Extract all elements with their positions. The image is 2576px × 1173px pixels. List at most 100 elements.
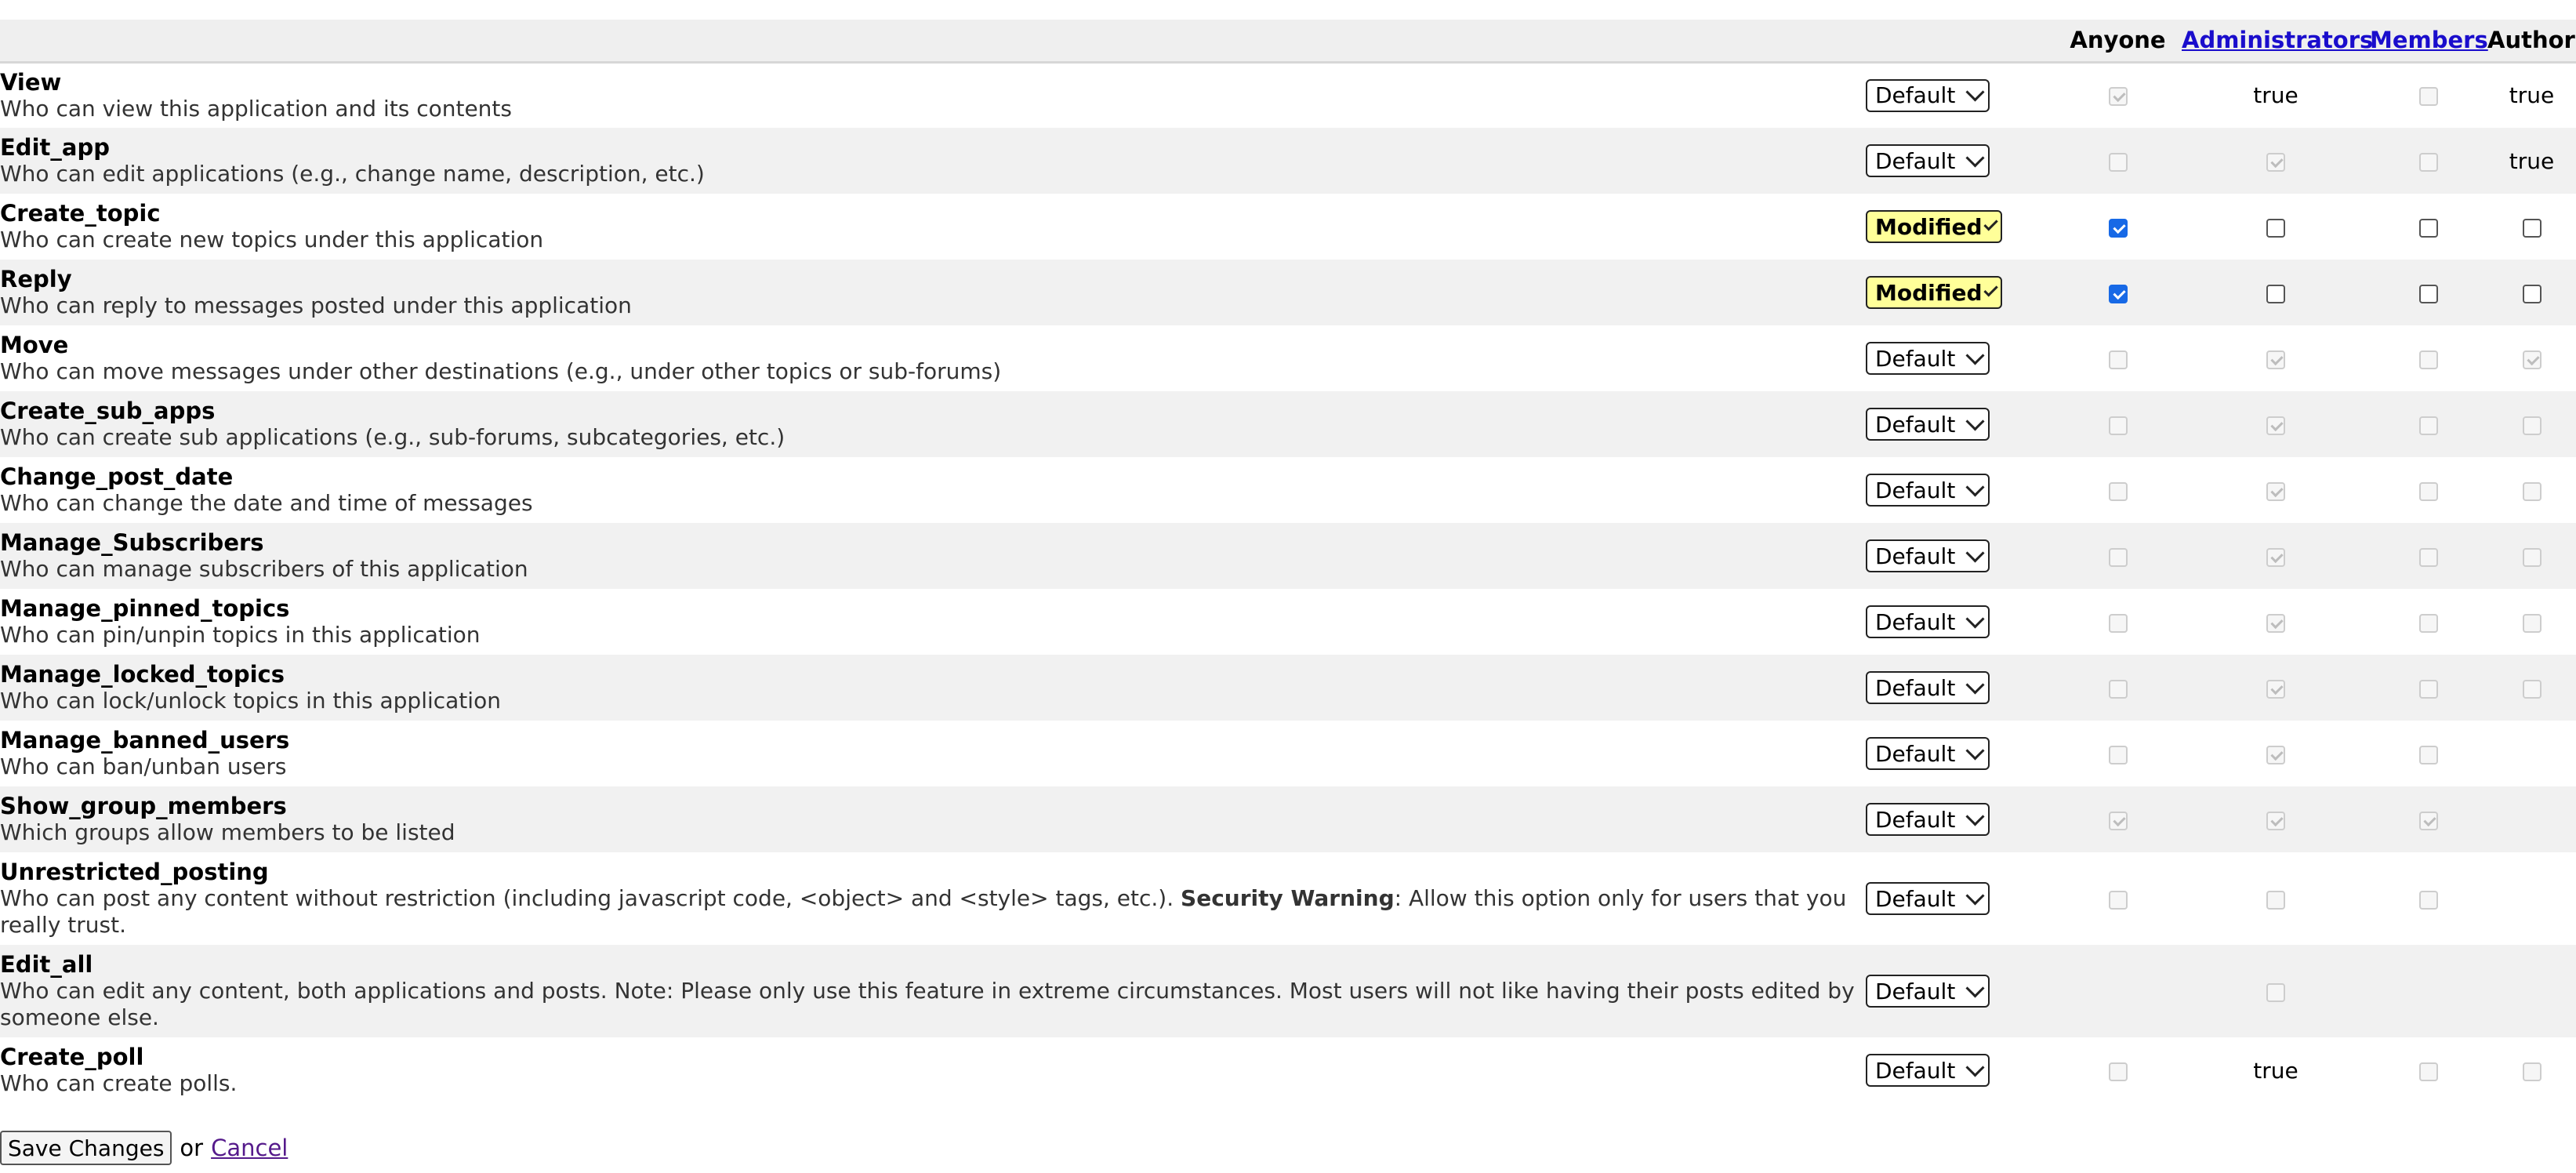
checkbox-anyone <box>2108 811 2128 830</box>
checkbox-anyone <box>2108 152 2128 172</box>
permission-mode-select[interactable]: Default <box>1866 882 1990 915</box>
cell-authors: true <box>2487 62 2576 128</box>
cell-anyone <box>2054 852 2182 945</box>
permission-mode-value: Default <box>1875 1057 1956 1084</box>
permission-mode-select[interactable]: Default <box>1866 605 1990 638</box>
permission-select-cell: Default <box>1866 655 2054 721</box>
checkbox-authors <box>2522 547 2542 567</box>
permission-mode-value: Default <box>1875 885 1956 912</box>
permission-mode-value: Default <box>1875 477 1956 503</box>
cell-anyone <box>2054 721 2182 786</box>
checkbox-members[interactable] <box>2419 284 2438 303</box>
permission-value-text: true <box>2253 1057 2298 1084</box>
permission-mode-select[interactable]: Default <box>1866 1054 1990 1087</box>
permission-mode-select[interactable]: Default <box>1866 975 1990 1008</box>
permission-row: Edit_all Who can edit any content, both a… <box>0 945 2576 1037</box>
checkbox-authors[interactable] <box>2522 284 2542 303</box>
permission-row: View Who can view this application and it… <box>0 62 2576 128</box>
checkbox-authors[interactable] <box>2522 218 2542 238</box>
permission-mode-select[interactable]: Default <box>1866 671 1990 704</box>
permission-row: Create_topic Who can create new topics un… <box>0 194 2576 260</box>
permission-mode-select[interactable]: Default <box>1866 144 1990 177</box>
permission-name: Reply <box>0 266 72 292</box>
permission-name: Manage_Subscribers <box>0 529 264 556</box>
permission-mode-select[interactable]: Default <box>1866 78 1990 112</box>
permission-select-cell: Default <box>1866 786 2054 852</box>
permission-mode-select[interactable]: Default <box>1866 539 1990 572</box>
header-description <box>0 20 1866 64</box>
checkbox-anyone <box>2108 481 2128 501</box>
permission-select-cell: Default <box>1866 62 2054 128</box>
cell-administrators <box>2182 325 2370 391</box>
checkbox-anyone <box>2108 416 2128 435</box>
checkbox-anyone <box>2108 745 2128 764</box>
administrators-link[interactable]: Administrators <box>2182 27 2373 53</box>
checkbox-administrators <box>2266 613 2285 633</box>
checkbox-anyone[interactable] <box>2108 284 2128 303</box>
cell-anyone <box>2054 1037 2182 1103</box>
cell-administrators <box>2182 655 2370 721</box>
checkbox-members <box>2419 1062 2438 1081</box>
cell-members <box>2370 260 2487 325</box>
permission-mode-select[interactable]: Default <box>1866 408 1990 441</box>
permission-description-cell: Create_topic Who can create new topics un… <box>0 194 1866 260</box>
checkbox-members <box>2419 679 2438 699</box>
permission-mode-select[interactable]: Default <box>1866 737 1990 770</box>
checkbox-administrators[interactable] <box>2266 218 2285 238</box>
permission-mode-value: Default <box>1875 82 1956 109</box>
cell-members <box>2370 325 2487 391</box>
permission-mode-select[interactable]: Default <box>1866 803 1990 836</box>
members-link[interactable]: Members <box>2370 27 2488 53</box>
permission-select-cell: Default <box>1866 721 2054 786</box>
cell-authors <box>2487 260 2576 325</box>
checkbox-members <box>2419 87 2438 107</box>
cell-administrators: true <box>2182 62 2370 128</box>
permission-description-text: Who can create polls. <box>0 1070 238 1096</box>
cell-authors <box>2487 721 2576 786</box>
permission-mode-select[interactable]: Modified <box>1866 210 2002 243</box>
checkbox-administrators <box>2266 982 2285 1002</box>
permission-mode-select[interactable]: Modified <box>1866 276 2002 309</box>
permission-description-text: Who can manage subscribers of this appli… <box>0 556 528 582</box>
permission-select-cell: Default <box>1866 128 2054 194</box>
column-header-administrators[interactable]: Administrators <box>2182 20 2373 64</box>
checkbox-members <box>2419 350 2438 369</box>
or-text: or <box>180 1135 204 1161</box>
checkbox-members[interactable] <box>2419 218 2438 238</box>
permission-name: Move <box>0 332 69 358</box>
permission-value-text: true <box>2509 147 2555 174</box>
permission-name: Create_poll <box>0 1044 144 1070</box>
chevron-down-icon <box>1965 543 1985 563</box>
cell-members <box>2370 589 2487 655</box>
column-header-members[interactable]: Members <box>2370 20 2488 64</box>
cell-anyone <box>2054 786 2182 852</box>
cancel-link[interactable]: Cancel <box>211 1135 288 1161</box>
save-changes-button[interactable]: Save Changes <box>0 1131 172 1165</box>
checkbox-administrators <box>2266 679 2285 699</box>
checkbox-anyone <box>2108 547 2128 567</box>
cell-members <box>2370 655 2487 721</box>
cell-members <box>2370 852 2487 945</box>
permission-mode-select[interactable]: Default <box>1866 474 1990 507</box>
permission-rows: View Who can view this application and it… <box>0 62 2576 1103</box>
checkbox-anyone[interactable] <box>2108 218 2128 238</box>
checkbox-members <box>2419 152 2438 172</box>
permission-description: Who can lock/unlock topics in this appli… <box>0 688 1866 714</box>
permission-row: Create_poll Who can create polls. Default t… <box>0 1037 2576 1103</box>
cell-authors <box>2487 325 2576 391</box>
permission-description: Who can post any content without restric… <box>0 885 1866 939</box>
permission-description: Who can view this application and its co… <box>0 96 1866 122</box>
checkbox-administrators[interactable] <box>2266 284 2285 303</box>
permission-mode-value: Default <box>1875 978 1956 1004</box>
permission-mode-value: Default <box>1875 411 1956 438</box>
permission-description-cell: View Who can view this application and it… <box>0 62 1866 128</box>
permission-mode-value: Default <box>1875 608 1956 635</box>
cell-authors: true <box>2487 128 2576 194</box>
permission-mode-select[interactable]: Default <box>1866 342 1990 375</box>
cell-administrators <box>2182 128 2370 194</box>
cell-anyone <box>2054 325 2182 391</box>
cell-anyone <box>2054 194 2182 260</box>
chevron-down-icon <box>1965 147 1985 168</box>
permission-description: Who can create polls. <box>0 1070 1866 1097</box>
permission-description: Who can pin/unpin topics in this applica… <box>0 622 1866 648</box>
